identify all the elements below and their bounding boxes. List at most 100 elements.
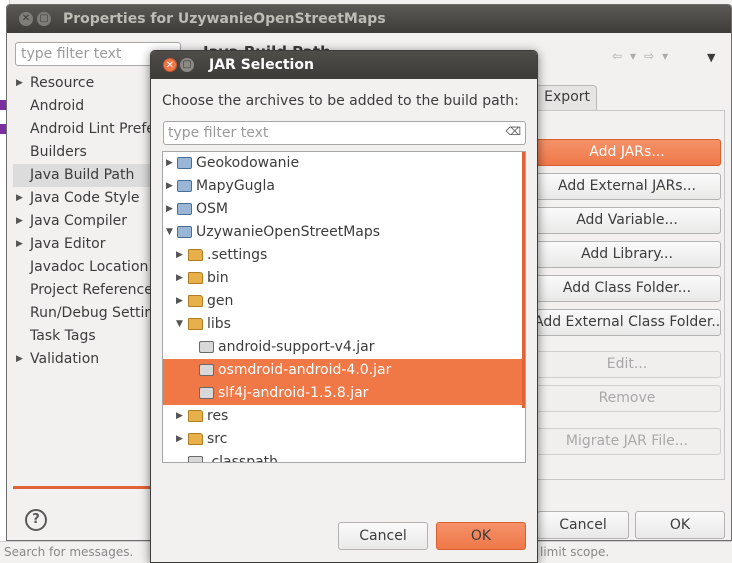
close-icon[interactable]: ✕ <box>163 58 177 72</box>
expand-triangle-icon[interactable]: ▶ <box>176 290 183 313</box>
collapse-triangle-icon[interactable]: ▼ <box>166 221 173 244</box>
tree-item-folder[interactable]: ▶ .settings <box>163 244 525 267</box>
tree-item-folder[interactable]: ▶ res <box>163 405 525 428</box>
jar-prompt-text: Choose the archives to be added to the b… <box>162 93 519 109</box>
migrate-jar-button[interactable]: Migrate JAR File... <box>533 428 721 455</box>
file-icon <box>188 456 203 462</box>
jar-dialog-title: JAR Selection <box>209 57 314 73</box>
jar-icon <box>199 341 214 353</box>
jar-ok-button[interactable]: OK <box>436 522 526 550</box>
tree-item-label: res <box>207 408 229 424</box>
properties-ok-button[interactable]: OK <box>635 511 725 539</box>
jar-tree: ▶ Geokodowanie ▶ MapyGugla ▶ OSM ▼ Uzywa… <box>162 151 526 463</box>
tree-item-label: Geokodowanie <box>196 155 300 171</box>
jar-icon <box>199 387 214 399</box>
nav-item-label: Resource <box>30 75 95 91</box>
search-messages-text: Search for messages. <box>4 545 134 559</box>
expand-triangle-icon[interactable]: ▶ <box>166 152 173 175</box>
nav-item-label: Java Build Path <box>30 167 135 183</box>
tab-order-export[interactable]: Export <box>535 85 597 111</box>
tree-item-label: MapyGugla <box>196 178 275 194</box>
add-library-button[interactable]: Add Library... <box>533 241 721 268</box>
add-external-jars-button[interactable]: Add External JARs... <box>533 173 721 200</box>
expand-triangle-icon[interactable]: ▶ <box>166 175 173 198</box>
tree-item-folder[interactable]: ▶ src <box>163 428 525 451</box>
tree-item-folder[interactable]: ▼ libs <box>163 313 525 336</box>
tree-item-project[interactable]: ▶ MapyGugla <box>163 175 525 198</box>
folder-icon <box>188 318 203 330</box>
project-icon <box>177 157 192 169</box>
expand-triangle-icon[interactable]: ▶ <box>176 244 183 267</box>
project-icon <box>177 180 192 192</box>
remove-button[interactable]: Remove <box>533 385 721 412</box>
tree-item-label: UzywanieOpenStreetMaps <box>196 224 381 240</box>
jar-filter-input[interactable]: type filter text ⌫ <box>163 121 526 145</box>
tree-item-jar-selected[interactable]: osmdroid-android-4.0.jar <box>163 359 525 382</box>
collapse-triangle-icon[interactable]: ▼ <box>176 313 183 336</box>
folder-icon <box>188 433 203 445</box>
expand-triangle-icon[interactable]: ▶ <box>16 210 23 233</box>
add-class-folder-button[interactable]: Add Class Folder... <box>533 275 721 302</box>
nav-item-label: Validation <box>30 351 100 367</box>
tree-item-jar[interactable]: android-support-v4.jar <box>163 336 525 359</box>
clear-filter-icon[interactable]: ⌫ <box>505 125 521 138</box>
expand-triangle-icon[interactable]: ▶ <box>176 428 183 451</box>
tree-item-label: gen <box>207 293 234 309</box>
nav-item-label: Javadoc Location <box>30 259 149 275</box>
filter-placeholder: type filter text <box>168 125 269 141</box>
expand-triangle-icon[interactable]: ▶ <box>166 198 173 221</box>
tree-item-label: src <box>207 431 228 447</box>
tree-item-project[interactable]: ▶ OSM <box>163 198 525 221</box>
tree-item-label: osmdroid-android-4.0.jar <box>218 362 392 378</box>
help-icon[interactable]: ? <box>25 509 47 531</box>
tree-item-project[interactable]: ▼ UzywanieOpenStreetMaps <box>163 221 525 244</box>
expand-triangle-icon[interactable]: ▶ <box>16 233 23 256</box>
tree-item-file[interactable]: .classpath <box>163 451 525 463</box>
nav-item-label: Java Compiler <box>30 213 128 229</box>
limit-scope-text: limit scope. <box>540 545 610 559</box>
tree-item-label: OSM <box>196 201 228 217</box>
folder-icon <box>188 410 203 422</box>
nav-item-label: Java Code Style <box>30 190 140 206</box>
tree-item-label: .settings <box>207 247 268 263</box>
project-icon <box>177 203 192 215</box>
project-icon <box>177 226 192 238</box>
tree-item-label: slf4j-android-1.5.8.jar <box>218 385 369 401</box>
properties-titlebar: ✕ ▢ Properties for UzywanieOpenStreetMap… <box>7 5 731 33</box>
jar-icon <box>199 364 214 376</box>
expand-triangle-icon[interactable]: ▶ <box>176 267 183 290</box>
expand-triangle-icon[interactable]: ▶ <box>16 187 23 210</box>
add-jars-button[interactable]: Add JARs... <box>533 139 721 166</box>
nav-item-label: Task Tags <box>30 328 96 344</box>
tree-item-project[interactable]: ▶ Geokodowanie <box>163 152 525 175</box>
folder-icon <box>188 272 203 284</box>
folder-icon <box>188 249 203 261</box>
tree-item-jar-selected[interactable]: slf4j-android-1.5.8.jar <box>163 382 525 405</box>
expand-triangle-icon[interactable]: ▶ <box>176 405 183 428</box>
nav-item-label: Run/Debug Settings <box>30 305 170 321</box>
nav-item-label: Java Editor <box>30 236 106 252</box>
minimize-icon[interactable]: ▢ <box>180 58 194 72</box>
properties-title: Properties for UzywanieOpenStreetMaps <box>63 11 386 27</box>
jar-cancel-button[interactable]: Cancel <box>338 522 428 550</box>
minimize-icon[interactable]: ▢ <box>37 12 51 26</box>
add-variable-button[interactable]: Add Variable... <box>533 207 721 234</box>
history-arrows[interactable]: ⇦▾⇨▾ <box>612 49 676 63</box>
properties-cancel-button[interactable]: Cancel <box>537 511 629 539</box>
expand-triangle-icon[interactable]: ▶ <box>16 348 23 371</box>
tree-item-folder[interactable]: ▶ bin <box>163 267 525 290</box>
tree-scrollbar[interactable] <box>522 152 525 408</box>
tree-item-label: bin <box>207 270 229 286</box>
tree-item-folder[interactable]: ▶ gen <box>163 290 525 313</box>
close-icon[interactable]: ✕ <box>19 12 33 26</box>
edit-button[interactable]: Edit... <box>533 351 721 378</box>
expand-triangle-icon[interactable]: ▶ <box>16 72 23 95</box>
view-menu-icon[interactable]: ▼ <box>707 51 715 64</box>
jar-titlebar: ✕ ▢ JAR Selection <box>151 51 537 79</box>
jar-selection-dialog: ✕ ▢ JAR Selection Choose the archives to… <box>150 50 538 563</box>
tree-item-label: .classpath <box>207 454 279 463</box>
tree-item-label: android-support-v4.jar <box>218 339 375 355</box>
folder-icon <box>188 295 203 307</box>
add-external-class-folder-button[interactable]: Add External Class Folder... <box>533 309 721 336</box>
nav-item-label: Project References <box>30 282 161 298</box>
